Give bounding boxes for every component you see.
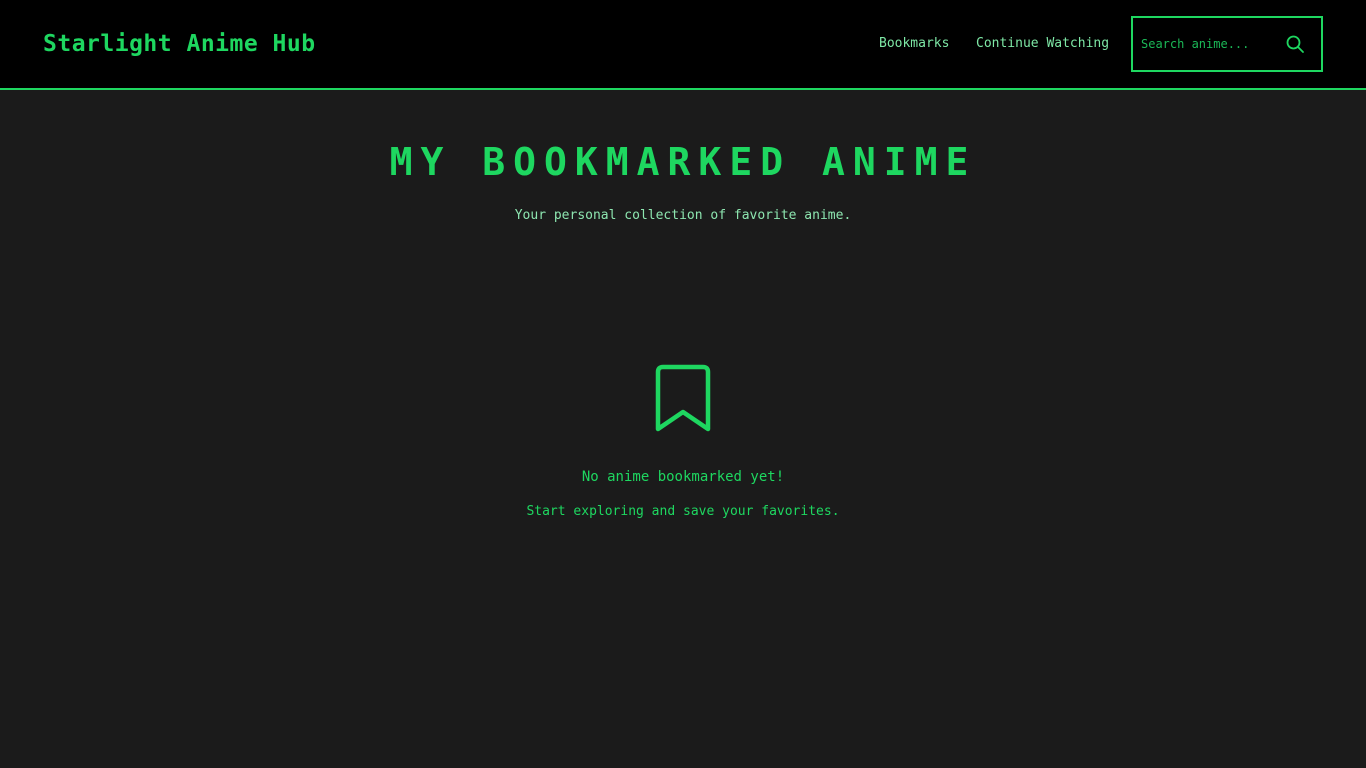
empty-state-title: No anime bookmarked yet! xyxy=(581,469,785,485)
page-title: MY BOOKMARKED ANIME xyxy=(389,140,977,184)
search-input[interactable] xyxy=(1141,32,1276,56)
search-button[interactable] xyxy=(1283,32,1307,56)
bookmark-icon xyxy=(655,364,711,432)
site-header: Starlight Anime Hub Bookmarks Continue W… xyxy=(0,0,1366,90)
nav-link-continue-watching[interactable]: Continue Watching xyxy=(976,35,1109,53)
search-box xyxy=(1131,16,1323,72)
page-subtitle: Your personal collection of favorite ani… xyxy=(514,208,852,223)
search-icon xyxy=(1286,35,1304,53)
site-logo[interactable]: Starlight Anime Hub xyxy=(43,30,316,58)
nav-link-bookmarks[interactable]: Bookmarks xyxy=(879,35,949,53)
empty-state-text: Start exploring and save your favorites. xyxy=(526,504,840,519)
